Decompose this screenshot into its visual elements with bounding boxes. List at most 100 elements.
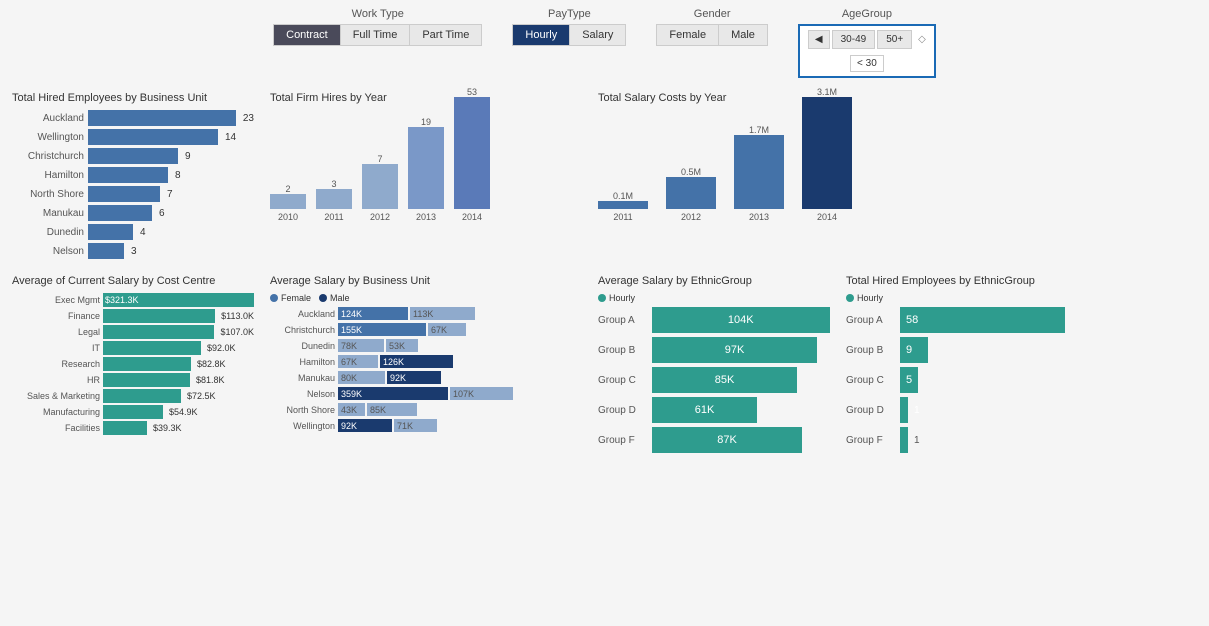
cc-facilities: Facilities $39.3K <box>12 421 254 435</box>
salary-vbar-2014: 3.1M 2014 <box>802 87 852 222</box>
work-type-parttime[interactable]: Part Time <box>410 25 481 45</box>
legend-female: Female <box>270 293 311 303</box>
total-hired-ethnic-legend: Hourly <box>846 293 1197 303</box>
hbar-dunedin: Dunedin 4 <box>12 224 254 240</box>
vbar-2013: 19 2013 <box>408 117 444 222</box>
gbar-dunedin: Dunedin 78K 53K <box>270 339 582 352</box>
cc-it-bar <box>103 341 201 355</box>
salary-vbar-2011: 0.1M 2011 <box>598 191 648 222</box>
avg-salary-ethnic-legend: Hourly <box>598 293 830 303</box>
age-group-diamond-icon: ◇ <box>918 34 926 45</box>
gbar-auckland: Auckland 124K 113K <box>270 307 582 320</box>
avg-salary-cc-title: Average of Current Salary by Cost Centre <box>12 275 254 287</box>
work-type-fulltime[interactable]: Full Time <box>341 25 411 45</box>
legend-hourly-hired: Hourly <box>846 293 883 303</box>
avg-salary-ethnic-title: Average Salary by EthnicGroup <box>598 275 830 287</box>
legend-female-dot <box>270 294 278 302</box>
work-type-contract[interactable]: Contract <box>274 25 341 45</box>
salary-vbar-2013: 1.7M 2013 <box>734 125 784 222</box>
ethnic-group-c-bar: 85K <box>652 367 797 393</box>
firm-hires-chart: 2 2010 3 2011 7 2012 19 2013 <box>270 110 582 240</box>
age-group-tooltip: < 30 <box>850 55 884 72</box>
hbar-dunedin-bar <box>88 224 133 240</box>
hired-group-f: Group F 1 <box>846 427 1197 453</box>
hbar-nelson: Nelson 3 <box>12 243 254 259</box>
hbar-auckland-bar <box>88 110 236 126</box>
pay-type-salary[interactable]: Salary <box>570 25 625 45</box>
age-group-nav-prev[interactable]: ◀ <box>808 30 830 49</box>
salary-vbar-2014-bar <box>802 97 852 209</box>
work-type-filter: Work Type Contract Full Time Part Time <box>273 8 482 46</box>
gbar-manukau: Manukau 80K 92K <box>270 371 582 384</box>
hired-group-d: Group D 1 <box>846 397 1197 423</box>
total-firm-hires-title: Total Firm Hires by Year <box>270 92 582 104</box>
work-type-label: Work Type <box>352 8 404 20</box>
dashboard: Work Type Contract Full Time Part Time P… <box>0 0 1209 469</box>
legend-male-dot <box>319 294 327 302</box>
hired-group-d-bar <box>900 397 908 423</box>
hbar-northshore-bar <box>88 186 160 202</box>
hbar-nelson-bar <box>88 243 124 259</box>
age-group-label: AgeGroup <box>842 8 892 20</box>
avg-salary-bu-legend: Female Male <box>270 293 582 303</box>
avg-salary-bu-section: Average Salary by Business Unit Female M… <box>266 271 586 461</box>
age-group-30-49[interactable]: 30-49 <box>832 30 876 49</box>
avg-salary-bu-title: Average Salary by Business Unit <box>270 275 582 287</box>
hbar-hamilton: Hamilton 8 <box>12 167 254 183</box>
hbar-wellington-bar <box>88 129 218 145</box>
vbar-2012-bar <box>362 164 398 209</box>
hired-group-c: Group C 5 <box>846 367 1197 393</box>
age-group-50plus[interactable]: 50+ <box>877 30 912 49</box>
vbar-2014-bar <box>454 97 490 209</box>
vbar-2013-bar <box>408 127 444 209</box>
cc-research-bar <box>103 357 191 371</box>
ethnic-group-a: Group A 104K <box>598 307 830 333</box>
hired-group-b: Group B 9 <box>846 337 1197 363</box>
total-hired-ethnic-title: Total Hired Employees by EthnicGroup <box>846 275 1197 287</box>
hbar-manukau: Manukau 6 <box>12 205 254 221</box>
legend-hourly-ethnic: Hourly <box>598 293 635 303</box>
cc-facilities-bar <box>103 421 147 435</box>
hbar-hamilton-bar <box>88 167 168 183</box>
gender-filter: Gender Female Male <box>656 8 768 46</box>
legend-hourly-dot-hired <box>846 294 854 302</box>
legend-male: Male <box>319 293 350 303</box>
age-group-filter: AgeGroup ◀ 30-49 50+ ◇ < 30 <box>798 8 936 78</box>
total-firm-hires-section: Total Firm Hires by Year 2 2010 3 2011 7… <box>266 88 586 263</box>
gbar-hamilton: Hamilton 67K 126K <box>270 355 582 368</box>
legend-hourly-dot-ethnic <box>598 294 606 302</box>
ethnic-group-d-bar: 61K <box>652 397 757 423</box>
gender-label: Gender <box>694 8 731 20</box>
cc-exec-mgmt-bar: $321.3K <box>103 293 254 307</box>
age-group-buttons: ◀ 30-49 50+ <box>808 30 912 49</box>
cc-manufacturing: Manufacturing $54.9K <box>12 405 254 419</box>
ethnic-group-a-bar: 104K <box>652 307 830 333</box>
gender-male[interactable]: Male <box>719 25 767 45</box>
ethnic-group-b-bar: 97K <box>652 337 817 363</box>
total-salary-costs-section: Total Salary Costs by Year 0.1M 2011 0.5… <box>594 88 1201 263</box>
cc-manufacturing-bar <box>103 405 163 419</box>
ethnic-group-b: Group B 97K <box>598 337 830 363</box>
vbar-2012: 7 2012 <box>362 154 398 222</box>
pay-type-filter: PayType Hourly Salary <box>512 8 626 46</box>
total-hired-ethnic-section: Total Hired Employees by EthnicGroup Hou… <box>842 271 1201 461</box>
cc-hr: HR $81.8K <box>12 373 254 387</box>
ethnic-group-c: Group C 85K <box>598 367 830 393</box>
salary-vbar-2013-bar <box>734 135 784 209</box>
cc-sales-bar <box>103 389 181 403</box>
cc-legal-bar <box>103 325 214 339</box>
pay-type-label: PayType <box>548 8 591 20</box>
filters-row: Work Type Contract Full Time Part Time P… <box>8 8 1201 78</box>
pay-type-hourly[interactable]: Hourly <box>513 25 570 45</box>
gbar-northshore: North Shore 43K 85K <box>270 403 582 416</box>
hired-group-c-bar: 5 <box>900 367 918 393</box>
ethnic-group-d: Group D 61K <box>598 397 830 423</box>
salary-vbar-2012: 0.5M 2012 <box>666 167 716 222</box>
salary-costs-title: Total Salary Costs by Year <box>598 92 1197 104</box>
gender-female[interactable]: Female <box>657 25 719 45</box>
work-type-buttons: Contract Full Time Part Time <box>273 24 482 46</box>
cc-finance: Finance $113.0K <box>12 309 254 323</box>
hbar-christchurch-bar <box>88 148 178 164</box>
hbar-wellington: Wellington 14 <box>12 129 254 145</box>
salary-vbar-2012-bar <box>666 177 716 209</box>
